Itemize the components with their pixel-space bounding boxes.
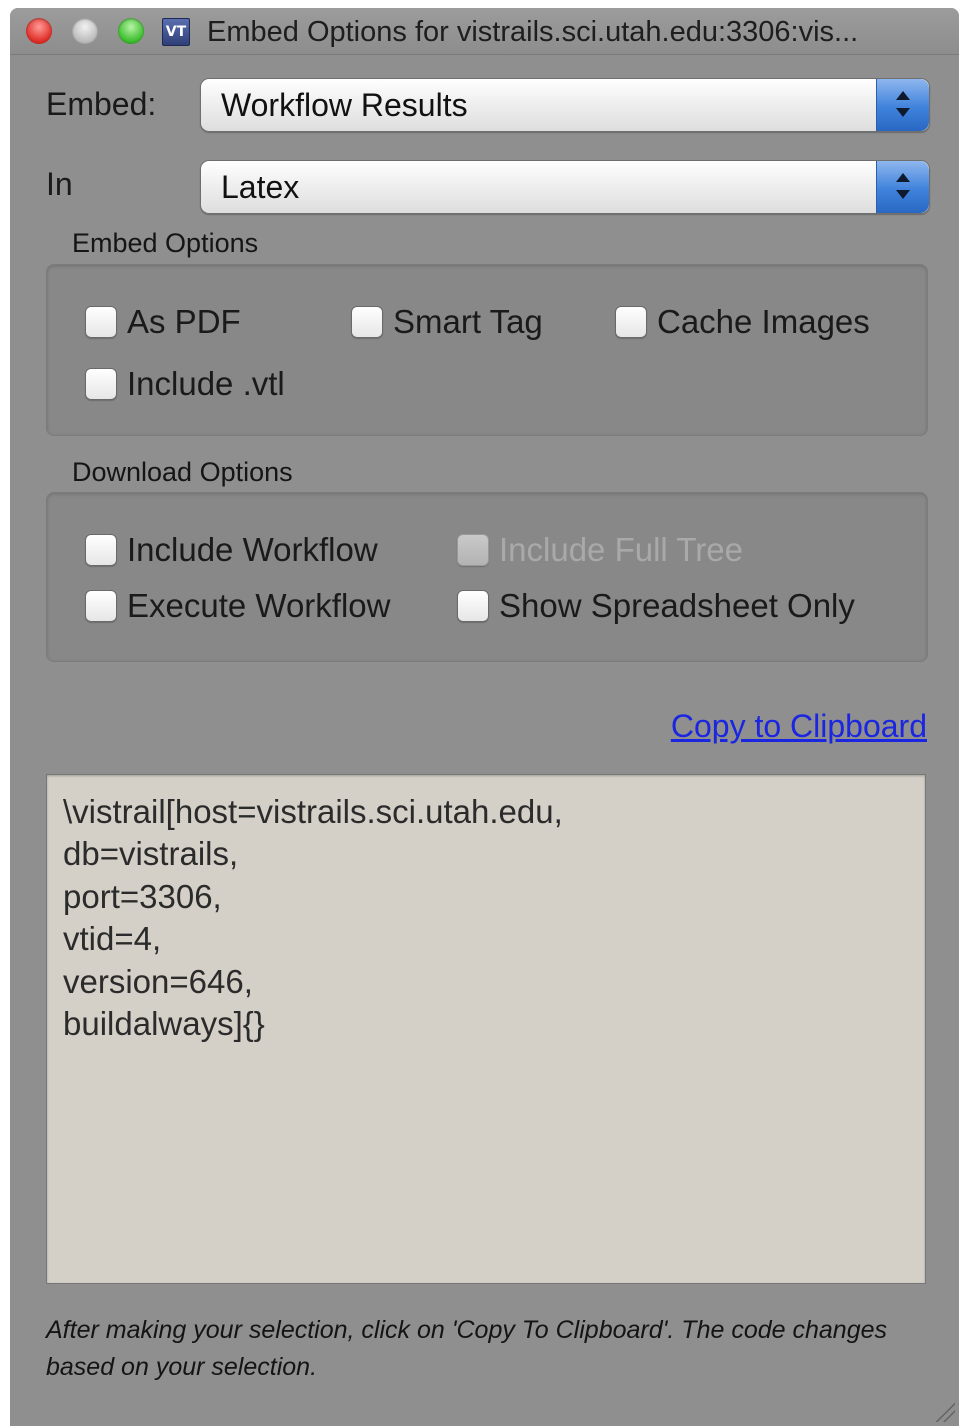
checkbox-box[interactable] [351,306,383,338]
download-options-group: Include Workflow Include Full Tree Execu… [46,492,928,662]
embed-options-title: Embed Options [72,228,259,258]
minimize-window-button[interactable] [72,18,98,44]
instructions-text: After making your selection, click on 'C… [46,1316,888,1381]
in-label: In [46,166,73,202]
code-line: buildalways]{} [63,1005,265,1042]
code-line: \vistrail[host=vistrails.sci.utah.edu, [63,793,563,830]
resize-grip-icon[interactable] [933,1400,955,1422]
include-vtl-checkbox[interactable]: Include .vtl [85,365,285,403]
embed-options-window: VT Embed Options for vistrails.sci.utah.… [10,8,959,1426]
checkbox-box[interactable] [457,590,489,622]
execute-workflow-label: Execute Workflow [127,587,391,624]
show-spreadsheet-only-label: Show Spreadsheet Only [499,587,855,624]
as-pdf-label: As PDF [127,303,241,340]
execute-workflow-checkbox[interactable]: Execute Workflow [85,587,390,625]
checkbox-box [457,534,489,566]
embed-code-textarea[interactable]: \vistrail[host=vistrails.sci.utah.edu, d… [46,774,926,1284]
window-title: Embed Options for vistrails.sci.utah.edu… [207,16,859,48]
include-workflow-checkbox[interactable]: Include Workflow [85,531,378,569]
title-bar[interactable]: VT Embed Options for vistrails.sci.utah.… [10,8,959,55]
embed-select-stepper-icon [876,79,929,131]
code-line: version=646, [63,963,253,1000]
smart-tag-label: Smart Tag [393,303,543,340]
embed-select[interactable]: Workflow Results [200,78,930,132]
download-options-title: Download Options [72,457,293,487]
format-select[interactable]: Latex [200,160,930,214]
format-select-value: Latex [221,169,300,205]
code-line: db=vistrails, [63,835,239,872]
checkbox-box[interactable] [85,590,117,622]
as-pdf-checkbox[interactable]: As PDF [85,303,241,341]
include-workflow-label: Include Workflow [127,531,378,568]
cache-images-label: Cache Images [657,303,870,340]
embed-label: Embed: [46,86,157,122]
include-full-tree-label: Include Full Tree [499,531,743,568]
format-select-stepper-icon [876,161,929,213]
smart-tag-checkbox[interactable]: Smart Tag [351,303,543,341]
code-line: port=3306, [63,878,222,915]
embed-options-group: As PDF Smart Tag Cache Images Include .v… [46,264,928,436]
vistrails-app-icon: VT [162,18,190,46]
close-window-button[interactable] [26,18,52,44]
include-full-tree-checkbox: Include Full Tree [457,531,743,569]
checkbox-box[interactable] [615,306,647,338]
checkbox-box[interactable] [85,368,117,400]
checkbox-box[interactable] [85,306,117,338]
checkbox-box[interactable] [85,534,117,566]
embed-select-value: Workflow Results [221,87,468,123]
cache-images-checkbox[interactable]: Cache Images [615,303,870,341]
copy-to-clipboard-link[interactable]: Copy to Clipboard [671,708,927,745]
zoom-window-button[interactable] [118,18,144,44]
include-vtl-label: Include .vtl [127,365,285,402]
show-spreadsheet-only-checkbox[interactable]: Show Spreadsheet Only [457,587,855,625]
code-line: vtid=4, [63,920,162,957]
